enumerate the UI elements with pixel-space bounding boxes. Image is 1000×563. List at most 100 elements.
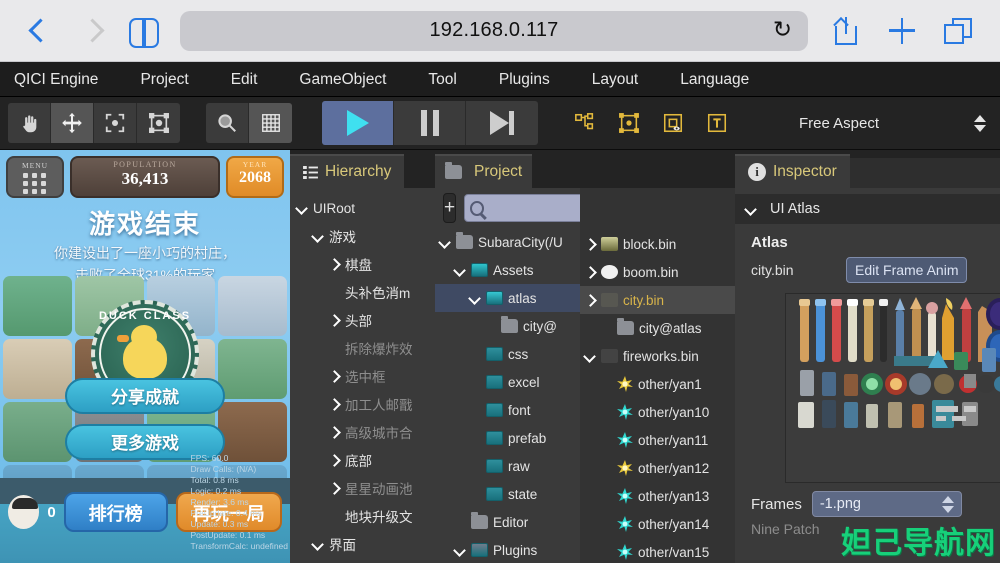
grid-tool[interactable] xyxy=(249,103,292,143)
chevron-down-icon[interactable] xyxy=(454,544,467,557)
zoom-tool[interactable] xyxy=(206,103,249,143)
move-tool[interactable] xyxy=(51,103,94,143)
hierarchy-node[interactable]: 界面 xyxy=(290,530,435,558)
atlas-preview[interactable] xyxy=(785,293,1000,483)
hierarchy-node[interactable]: 地块升级文 xyxy=(290,502,435,530)
menu-item-layout[interactable]: Layout xyxy=(571,62,660,97)
hierarchy-node[interactable]: 棋盘 xyxy=(290,250,435,278)
frames-select[interactable]: -1.png xyxy=(811,491,962,517)
project-node[interactable]: SubaraCity(/U xyxy=(435,228,580,256)
asset-file-item[interactable]: other/yan14 xyxy=(580,510,735,538)
rect-tool[interactable] xyxy=(137,103,180,143)
chevron-down-icon[interactable] xyxy=(454,264,467,277)
component-header-ui-atlas[interactable]: UI Atlas xyxy=(735,194,1000,224)
menu-item-language[interactable]: Language xyxy=(659,62,770,97)
menu-item-project[interactable]: Project xyxy=(119,62,209,97)
sprite-gizmo-icon[interactable] xyxy=(654,103,692,143)
hierarchy-node[interactable]: 高级城市合 xyxy=(290,418,435,446)
chevron-right-icon[interactable] xyxy=(328,426,341,439)
chevron-down-icon[interactable] xyxy=(469,292,482,305)
chevron-right-icon[interactable] xyxy=(584,238,597,251)
project-node[interactable]: atlas xyxy=(435,284,580,312)
text-gizmo-icon[interactable] xyxy=(698,103,736,143)
project-node[interactable]: Assets xyxy=(435,256,580,284)
hierarchy-tree[interactable]: UIRoot 游戏 棋盘 头补色消m 头部 拆除爆炸效 选中框 加工人邮戬 高级城市合 底部 星星动… xyxy=(290,188,435,563)
step-button[interactable] xyxy=(466,101,538,145)
edit-frame-anim-button[interactable]: Edit Frame Anim xyxy=(846,257,968,283)
project-node[interactable]: css xyxy=(435,340,580,368)
address-bar[interactable]: 192.168.0.117 ↻ xyxy=(180,10,808,51)
game-preview-panel[interactable]: MENU POPULATION 36,413 YEAR 2068 游戏结束 你建… xyxy=(0,150,290,563)
asset-file-item[interactable]: other/yan11 xyxy=(580,426,735,454)
menu-item-gameobject[interactable]: GameObject xyxy=(278,62,407,97)
aspect-selector[interactable]: Free Aspect xyxy=(799,114,1000,132)
chevron-right-icon[interactable] xyxy=(328,370,341,383)
hierarchy-node[interactable]: 星星动画池 xyxy=(290,474,435,502)
project-node[interactable]: font xyxy=(435,396,580,424)
hierarchy-node[interactable]: UIRoot xyxy=(290,194,435,222)
asset-file-item[interactable]: other/yan13 xyxy=(580,482,735,510)
tab-hierarchy[interactable]: Hierarchy xyxy=(290,154,405,188)
add-asset-button[interactable]: + xyxy=(443,193,457,223)
asset-file-item[interactable]: other/yan10 xyxy=(580,398,735,426)
project-node[interactable]: Plugins xyxy=(435,536,580,563)
node-gizmo-icon[interactable] xyxy=(566,103,604,143)
hierarchy-node[interactable]: 头部 xyxy=(290,306,435,334)
project-node[interactable]: Editor xyxy=(435,508,580,536)
project-node[interactable]: excel xyxy=(435,368,580,396)
stepper-icon[interactable] xyxy=(941,495,954,513)
project-node[interactable]: raw xyxy=(435,452,580,480)
back-button[interactable] xyxy=(14,8,66,54)
hierarchy-node[interactable]: 头补色消m xyxy=(290,278,435,306)
asset-file-item[interactable]: other/yan1 xyxy=(580,370,735,398)
tab-project[interactable]: Project xyxy=(435,154,533,188)
share-achievement-button[interactable]: 分享成就 xyxy=(65,378,225,414)
asset-file-item[interactable]: other/van15 xyxy=(580,538,735,563)
tab-inspector[interactable]: i Inspector xyxy=(735,154,850,188)
tabs-button[interactable] xyxy=(930,8,986,54)
asset-file-item[interactable]: city.bin xyxy=(580,286,735,314)
chevron-down-icon[interactable] xyxy=(296,202,309,215)
forward-button[interactable] xyxy=(66,8,118,54)
chevron-right-icon[interactable] xyxy=(584,294,597,307)
menu-item-edit[interactable]: Edit xyxy=(210,62,279,97)
menu-item-plugins[interactable]: Plugins xyxy=(478,62,571,97)
chevron-right-icon[interactable] xyxy=(328,482,341,495)
asset-file-item[interactable]: fireworks.bin xyxy=(580,342,735,370)
project-node[interactable]: city@ xyxy=(435,312,580,340)
asset-file-list[interactable]: block.bin boom.bin city.bin city@atlas firew… xyxy=(580,228,735,563)
scale-tool[interactable] xyxy=(94,103,137,143)
chevron-down-icon[interactable] xyxy=(439,236,452,249)
chevron-right-icon[interactable] xyxy=(328,398,341,411)
chevron-right-icon[interactable] xyxy=(584,266,597,279)
asset-file-item[interactable]: block.bin xyxy=(580,230,735,258)
bookmarks-button[interactable] xyxy=(118,8,170,54)
chevron-down-icon[interactable] xyxy=(584,350,597,363)
hierarchy-node[interactable]: 结算界面 xyxy=(290,558,435,563)
hierarchy-node[interactable]: 加工人邮戬 xyxy=(290,390,435,418)
share-button[interactable] xyxy=(818,8,874,54)
hierarchy-node[interactable]: 游戏 xyxy=(290,222,435,250)
asset-file-item[interactable]: city@atlas xyxy=(580,314,735,342)
hierarchy-node[interactable]: 选中框 xyxy=(290,362,435,390)
chevron-right-icon[interactable] xyxy=(328,454,341,467)
hierarchy-node[interactable]: 底部 xyxy=(290,446,435,474)
play-button[interactable] xyxy=(322,101,394,145)
reload-icon[interactable]: ↻ xyxy=(773,19,792,42)
leaderboard-button[interactable]: 排行榜 xyxy=(63,492,168,532)
hand-tool[interactable] xyxy=(8,103,51,143)
chevron-right-icon[interactable] xyxy=(328,258,341,271)
stepper-icon[interactable] xyxy=(974,114,986,132)
menu-item-tool[interactable]: Tool xyxy=(407,62,477,97)
hierarchy-node[interactable]: 拆除爆炸效 xyxy=(290,334,435,362)
project-tree[interactable]: SubaraCity(/U Assets atlas city@ css excel fon… xyxy=(435,228,580,563)
chevron-down-icon[interactable] xyxy=(312,230,325,243)
bounds-gizmo-icon[interactable] xyxy=(610,103,648,143)
chevron-right-icon[interactable] xyxy=(328,314,341,327)
project-node[interactable]: prefab xyxy=(435,424,580,452)
pause-button[interactable] xyxy=(394,101,466,145)
asset-file-item[interactable]: boom.bin xyxy=(580,258,735,286)
chevron-down-icon[interactable] xyxy=(312,538,325,551)
menu-item-qici-engine[interactable]: QICI Engine xyxy=(0,62,119,97)
project-node[interactable]: state xyxy=(435,480,580,508)
